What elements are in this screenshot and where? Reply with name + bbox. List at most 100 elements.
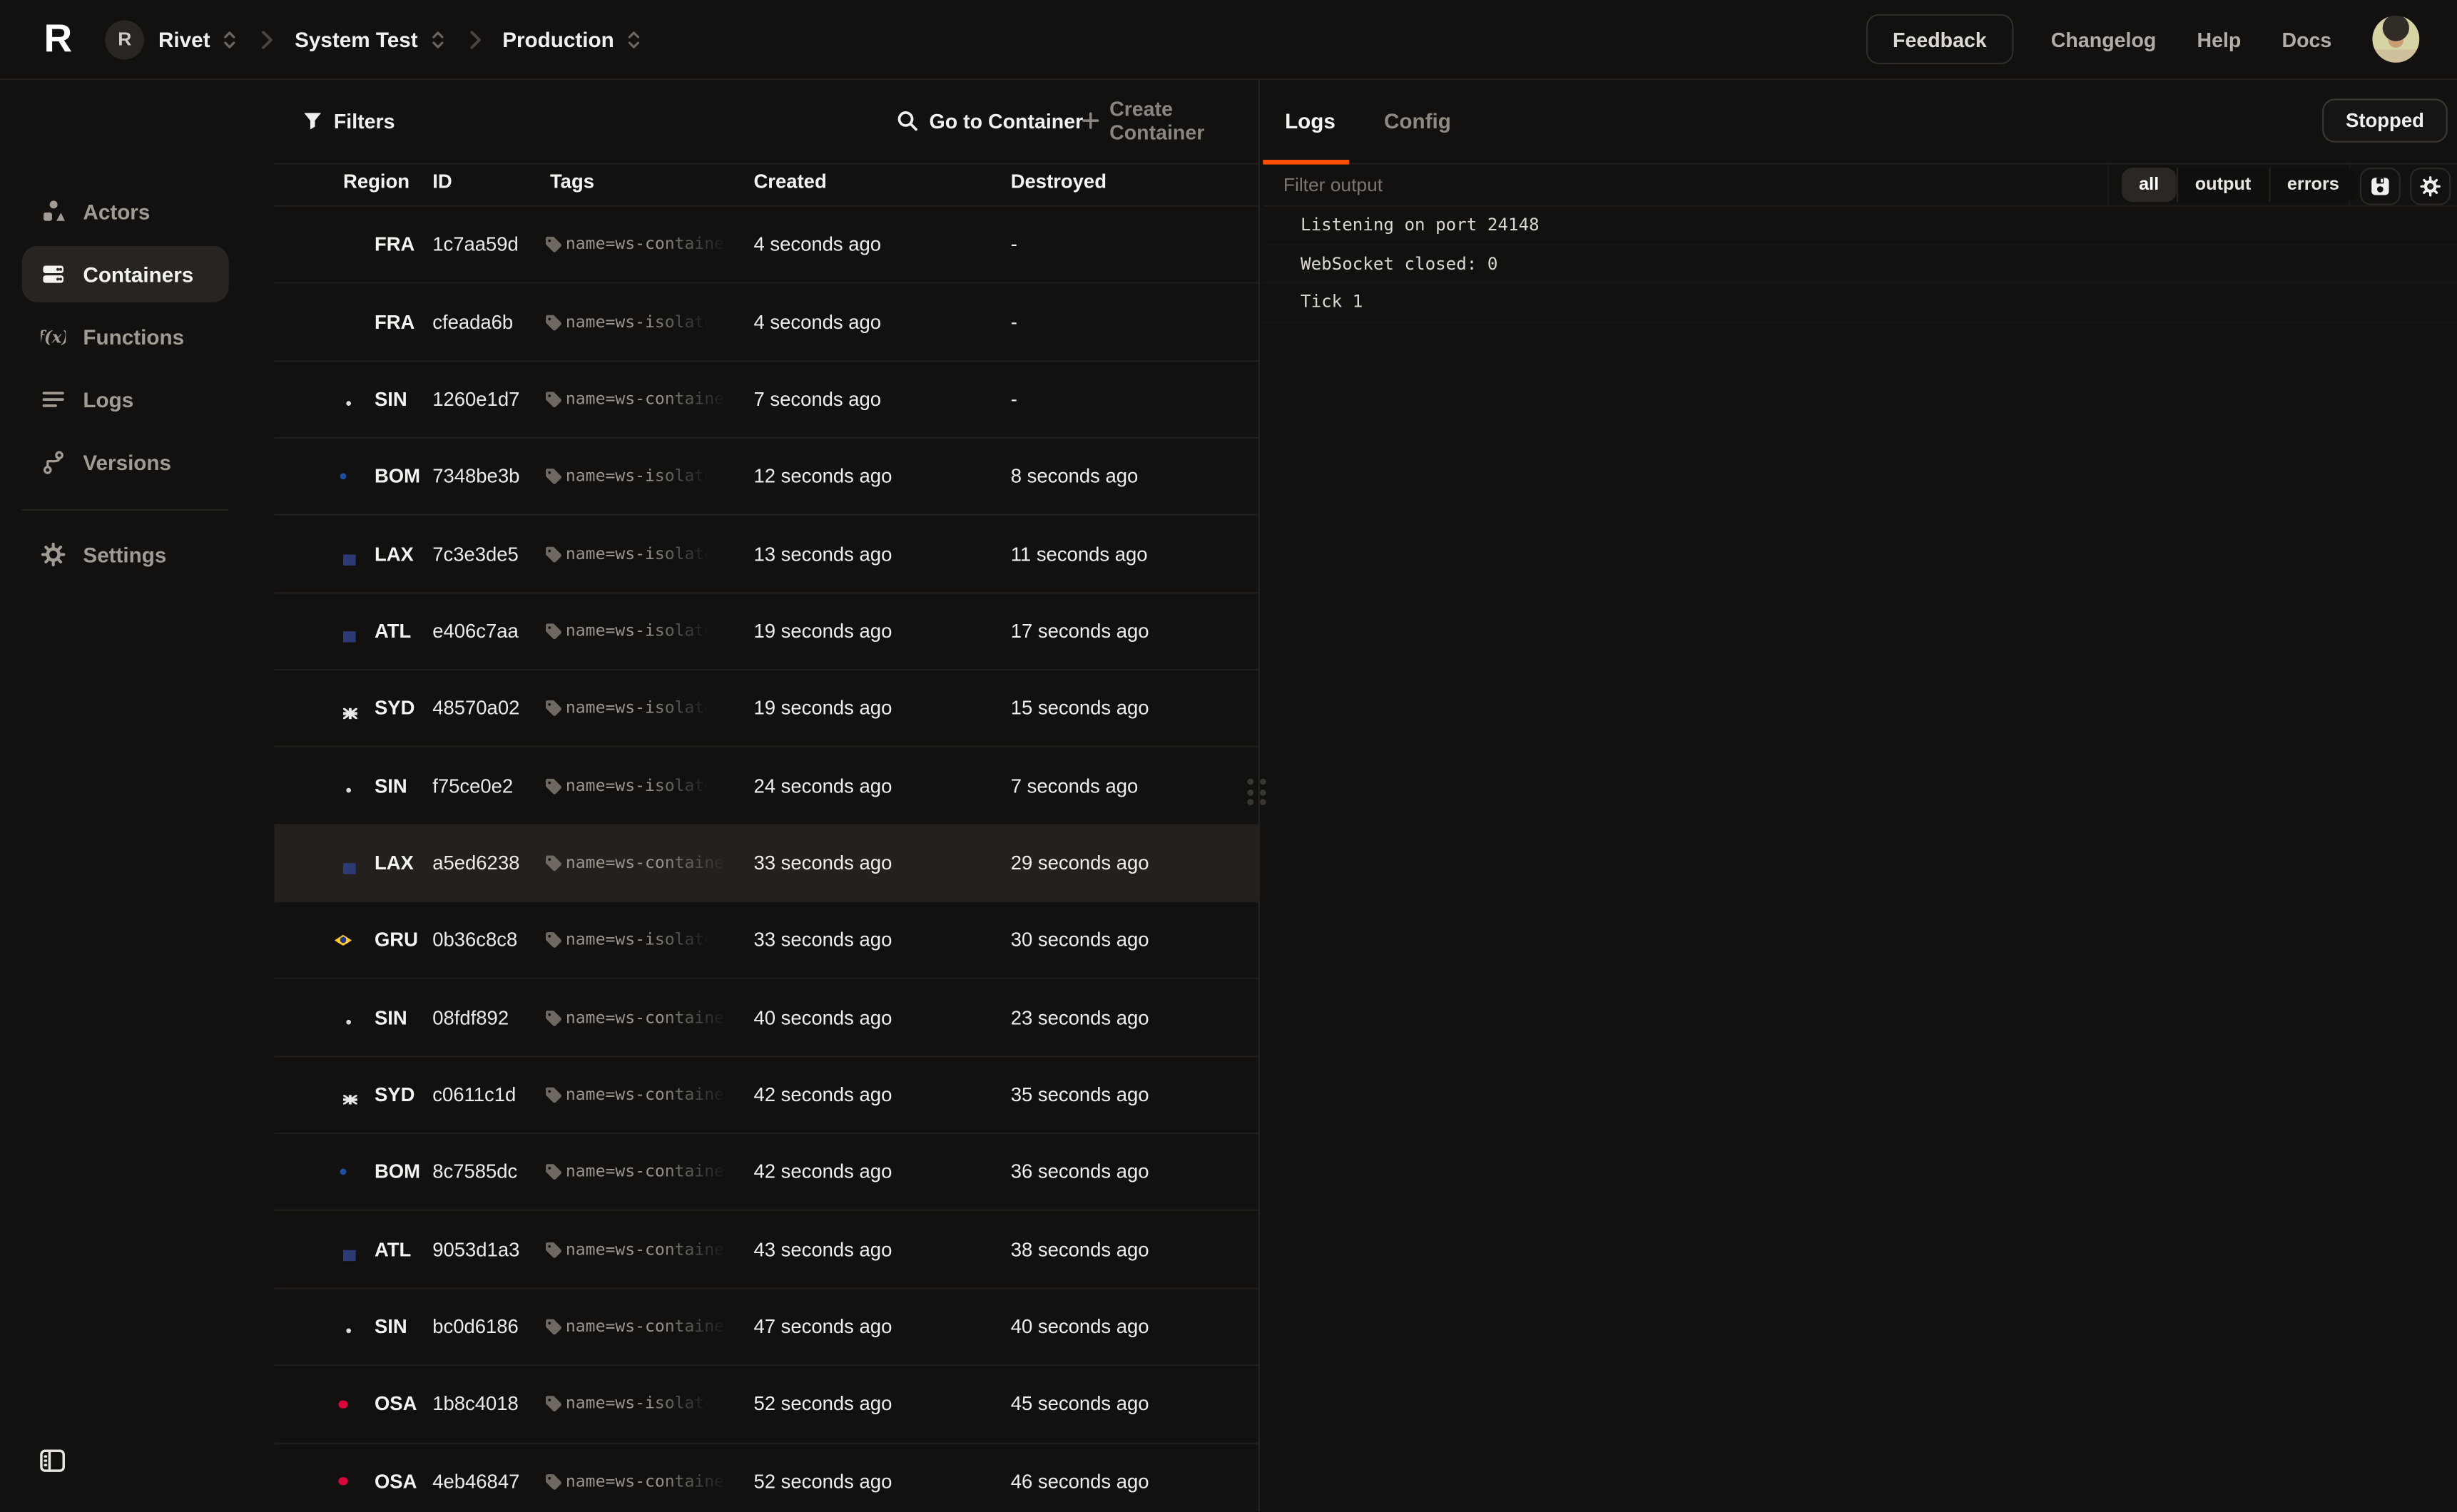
row-created: 24 seconds ago [753, 775, 892, 797]
row-id: 7c3e3de5 [432, 543, 519, 565]
row-region: GRU [375, 929, 418, 951]
table-row[interactable]: OSA4eb46847name=ws-container52 seconds a… [274, 1442, 1258, 1512]
row-id: e406c7aa [432, 620, 519, 643]
table-toolbar: Filters Go to Container Create Container [274, 78, 1258, 165]
status-badge: Stopped [2322, 98, 2448, 143]
save-logs-button[interactable] [2360, 168, 2401, 205]
sidebar-item-logs[interactable]: Logs [22, 372, 229, 428]
log-filter-errors[interactable]: errors [2268, 168, 2356, 202]
row-created: 19 seconds ago [753, 620, 892, 643]
tag-icon [544, 622, 562, 640]
filters-button[interactable]: Filters [292, 109, 395, 133]
filter-funnel-icon [302, 111, 323, 131]
nav-link-changelog[interactable]: Changelog [2051, 27, 2157, 51]
unfold-icon [221, 29, 238, 50]
user-avatar[interactable] [2372, 16, 2419, 63]
breadcrumb-item-system-test[interactable]: System Test [280, 27, 446, 51]
sidebar-item-settings[interactable]: Settings [22, 526, 229, 583]
row-region: ATL [375, 620, 411, 643]
tab-logs[interactable]: Logs [1285, 109, 1336, 133]
log-settings-button[interactable] [2410, 168, 2451, 205]
table-row[interactable]: SINbc0d6186name=ws-container47 seconds a… [274, 1287, 1258, 1364]
row-created: 52 seconds ago [753, 1393, 892, 1415]
rivet-logo[interactable]: R [44, 16, 71, 62]
sidebar-item-functions[interactable]: f(x)Functions [22, 309, 229, 365]
feedback-button[interactable]: Feedback [1866, 14, 2013, 64]
row-created: 42 seconds ago [753, 1084, 892, 1106]
row-tag: name=ws-container [566, 1086, 734, 1104]
row-tag: name=ws-container [566, 1472, 734, 1491]
tag-icon [544, 1395, 562, 1414]
row-created: 12 seconds ago [753, 466, 892, 488]
sidebar-item-versions[interactable]: Versions [22, 434, 229, 490]
row-created: 4 seconds ago [753, 311, 881, 333]
row-destroyed: - [1011, 311, 1017, 333]
tab-config[interactable]: Config [1384, 109, 1451, 133]
nav-link-docs[interactable]: Docs [2282, 27, 2331, 51]
log-filter-all[interactable]: all [2122, 168, 2176, 202]
row-destroyed: 7 seconds ago [1011, 775, 1139, 797]
row-id: cfeada6b [432, 311, 513, 333]
table-row[interactable]: SIN08fdf892name=ws-container40 seconds a… [274, 979, 1258, 1056]
table-row[interactable]: LAX7c3e3de5name=ws-isolate13 seconds ago… [274, 514, 1258, 591]
row-destroyed: 38 seconds ago [1011, 1239, 1149, 1261]
table-row[interactable]: SYDc0611c1dname=ws-container42 seconds a… [274, 1056, 1258, 1133]
row-region: BOM [375, 1161, 420, 1183]
row-tag: name=ws-isolate [566, 622, 714, 640]
table-row[interactable]: BOM8c7585dcname=ws-container42 seconds a… [274, 1133, 1258, 1210]
go-to-container-button[interactable]: Go to Container [885, 109, 1083, 133]
sidebar-item-containers[interactable]: Containers [22, 246, 229, 302]
column-header-id: ID [432, 170, 452, 193]
table-row[interactable]: ATL9053d1a3name=ws-container43 seconds a… [274, 1210, 1258, 1287]
row-id: bc0d6186 [432, 1316, 519, 1338]
log-filter-output[interactable]: output [2176, 168, 2268, 202]
row-tag: name=ws-container [566, 1008, 734, 1027]
sidebar-item-actors[interactable]: Actors [22, 183, 229, 240]
row-region: SIN [375, 775, 407, 797]
unfold-icon [429, 29, 446, 50]
log-line: Tick 1 [1263, 284, 2457, 322]
row-region: SYD [375, 1084, 414, 1106]
create-container-button[interactable]: Create Container [1072, 97, 1258, 144]
row-destroyed: 11 seconds ago [1011, 543, 1148, 565]
row-destroyed: 15 seconds ago [1011, 698, 1149, 720]
table-row[interactable]: LAXa5ed6238name=ws-container33 seconds a… [274, 824, 1258, 901]
filter-output-input[interactable] [1263, 165, 2106, 205]
row-created: 42 seconds ago [753, 1161, 892, 1183]
svg-text:f(x): f(x) [41, 328, 66, 347]
collapse-sidebar-icon[interactable] [38, 1446, 68, 1476]
table-row[interactable]: FRA1c7aa59dname=ws-container4 seconds ag… [274, 205, 1258, 282]
table-row[interactable]: SIN1260e1d7name=ws-container7 seconds ag… [274, 359, 1258, 436]
logs-icon [41, 387, 66, 412]
row-id: 1260e1d7 [432, 388, 519, 410]
row-id: a5ed6238 [432, 852, 519, 874]
table-row[interactable]: OSA1b8c4018name=ws-isolate52 seconds ago… [274, 1364, 1258, 1441]
logs-pane: Logs Config Stopped alloutputerrors [1263, 78, 2457, 1512]
row-destroyed: 46 seconds ago [1011, 1471, 1149, 1493]
row-destroyed: - [1011, 234, 1017, 256]
row-tag: name=ws-container [566, 1240, 734, 1259]
plus-icon [1082, 111, 1100, 130]
tag-icon [544, 931, 562, 949]
row-destroyed: 40 seconds ago [1011, 1316, 1149, 1338]
table-row[interactable]: GRU0b36c8c8name=ws-isolate33 seconds ago… [274, 901, 1258, 978]
table-row[interactable]: SINf75ce0e2name=ws-isolate24 seconds ago… [274, 746, 1258, 823]
row-region: SYD [375, 698, 414, 720]
nav-link-help[interactable]: Help [2197, 27, 2241, 51]
table-row[interactable]: ATL e406c7aa name=ws-isolate 19 seconds ago… [274, 592, 1258, 669]
search-icon [896, 110, 918, 132]
row-region: LAX [375, 543, 414, 565]
breadcrumb-item-rivet[interactable]: Rivet [144, 27, 238, 51]
containers-icon [41, 262, 66, 287]
table-row[interactable]: FRAcfeada6bname=ws-isolate4 seconds ago- [274, 282, 1258, 359]
row-destroyed: 29 seconds ago [1011, 852, 1149, 874]
row-region: SIN [375, 388, 407, 410]
project-badge: R [105, 19, 144, 58]
breadcrumb-item-production[interactable]: Production [488, 27, 642, 51]
row-created: 43 seconds ago [753, 1239, 892, 1261]
table-row[interactable]: BOM7348be3bname=ws-isolate12 seconds ago… [274, 437, 1258, 514]
table-row[interactable]: SYD48570a02name=ws-isolate19 seconds ago… [274, 669, 1258, 746]
row-destroyed: 35 seconds ago [1011, 1084, 1149, 1106]
row-id: f75ce0e2 [432, 775, 513, 797]
row-tag: name=ws-container [566, 390, 734, 409]
